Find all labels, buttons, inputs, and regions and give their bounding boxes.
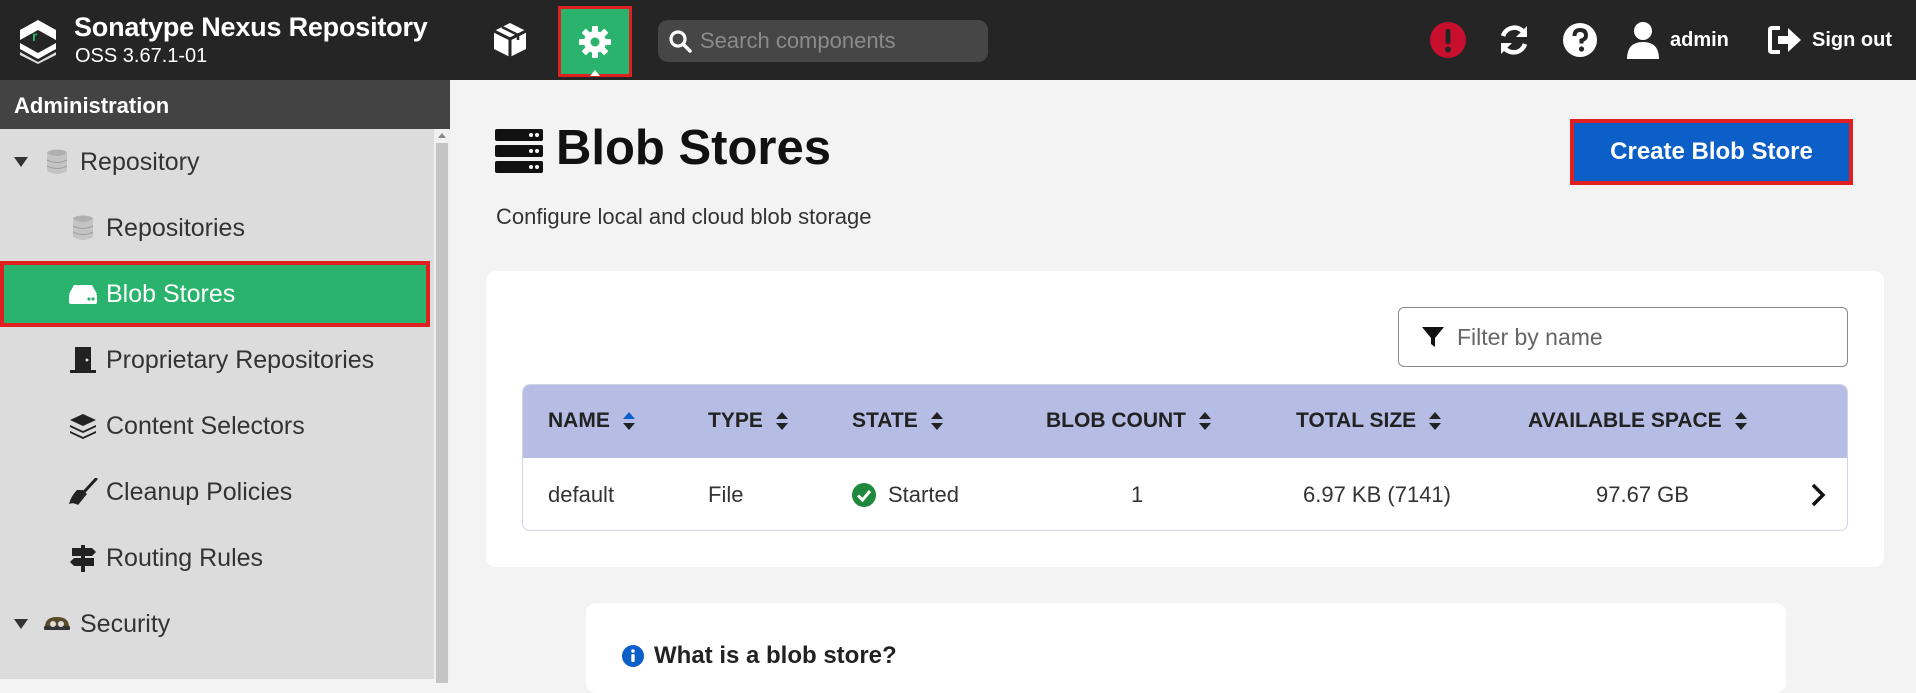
cell-type: File (708, 482, 744, 507)
user-icon (1627, 22, 1659, 59)
cell-total-size: 6.97 KB (7141) (1303, 482, 1451, 507)
sidebar-item-repository[interactable]: Repository (0, 129, 434, 195)
check-circle-icon (852, 483, 876, 507)
expand-triangle-icon[interactable] (14, 157, 28, 167)
filter-input[interactable] (1457, 323, 1837, 351)
column-header-total-size[interactable]: TOTAL SIZE (1296, 409, 1442, 433)
database-icon (68, 213, 98, 243)
help-button[interactable] (1560, 20, 1600, 60)
sidebar-item-label: Security (80, 609, 171, 638)
brand-title: Sonatype Nexus Repository (74, 12, 428, 42)
top-header: r Sonatype Nexus Repository OSS 3.67.1-0… (0, 0, 1916, 80)
scrollbar-thumb[interactable] (436, 143, 448, 683)
signpost-icon (68, 543, 98, 573)
sidebar-item-label: Cleanup Policies (106, 477, 293, 506)
sort-icon[interactable] (1428, 411, 1442, 431)
column-header-type[interactable]: TYPE (708, 409, 789, 433)
search-icon (669, 30, 692, 53)
active-caret-icon (590, 70, 600, 76)
table-row[interactable]: default File Started 1 6.97 KB (7141) 97… (523, 458, 1847, 530)
admin-sidebar: Administration Repository Repositories B… (0, 80, 450, 683)
scroll-up-arrow-icon[interactable] (438, 133, 446, 138)
sidebar-item-repositories[interactable]: Repositories (0, 195, 434, 261)
search-bar[interactable] (658, 20, 988, 62)
sidebar-item-label: Proprietary Repositories (106, 345, 375, 374)
column-header-name[interactable]: NAME (548, 409, 636, 433)
expand-triangle-icon[interactable] (14, 619, 28, 629)
administration-button[interactable] (558, 6, 632, 77)
sidebar-scrollbar[interactable] (434, 129, 450, 683)
cell-state: Started (852, 482, 959, 508)
sort-ascending-icon[interactable] (622, 411, 636, 431)
cell-blob-count: 1 (1131, 482, 1144, 507)
user-label: admin (1670, 28, 1729, 51)
create-blob-store-button[interactable]: Create Blob Store (1570, 119, 1853, 185)
cube-icon (493, 23, 527, 57)
database-icon (42, 147, 72, 177)
gear-icon (579, 25, 611, 58)
nexus-logo-icon[interactable]: r (16, 18, 60, 64)
filter-icon (1422, 327, 1444, 347)
sort-icon[interactable] (775, 411, 789, 431)
sidebar-item-routing-rules[interactable]: Routing Rules (0, 525, 434, 591)
system-alert-button[interactable] (1428, 20, 1468, 60)
info-icon (622, 645, 644, 667)
sidebar-item-label: Routing Rules (106, 543, 264, 572)
sidebar-item-label: Repository (80, 147, 200, 176)
layers-icon (68, 411, 98, 441)
column-header-available-space[interactable]: AVAILABLE SPACE (1528, 409, 1748, 433)
hard-drive-icon (68, 279, 98, 309)
help-icon (1563, 23, 1597, 57)
cell-available-space: 97.67 GB (1596, 482, 1689, 507)
table-header: NAME TYPE STATE BLOB COUNT TOTAL SIZE AV… (523, 385, 1847, 458)
sidebar-item-security[interactable]: Security (0, 591, 434, 657)
refresh-button[interactable] (1494, 20, 1534, 60)
refresh-icon (1500, 25, 1528, 55)
column-header-blob-count[interactable]: BLOB COUNT (1046, 409, 1212, 433)
sidebar-item-proprietary-repositories[interactable]: Proprietary Repositories (0, 327, 434, 393)
sidebar-item-content-selectors[interactable]: Content Selectors (0, 393, 434, 459)
security-icon (42, 609, 72, 639)
page-title: Blob Stores (556, 121, 831, 175)
server-stack-icon (495, 129, 543, 173)
cell-name: default (548, 482, 615, 507)
sign-out-icon (1768, 26, 1801, 54)
info-heading: What is a blob store? (622, 642, 897, 670)
sort-icon[interactable] (1198, 411, 1212, 431)
page-subtitle: Configure local and cloud blob storage (496, 204, 872, 229)
state-label: Started (888, 482, 959, 507)
svg-text:r: r (32, 28, 38, 44)
sidebar-item-label: Repositories (106, 213, 245, 242)
sidebar-item-blob-stores[interactable]: Blob Stores (0, 261, 430, 327)
sidebar-item-label: Content Selectors (106, 411, 305, 440)
door-icon (68, 345, 98, 375)
search-input[interactable] (700, 28, 980, 54)
blob-stores-table: NAME TYPE STATE BLOB COUNT TOTAL SIZE AV… (522, 384, 1848, 531)
broom-icon (68, 477, 98, 507)
sort-icon[interactable] (1734, 411, 1748, 431)
chevron-right-icon[interactable] (1808, 482, 1828, 508)
sort-icon[interactable] (930, 411, 944, 431)
sidebar-title: Administration (0, 80, 450, 129)
alert-icon (1430, 22, 1466, 58)
user-menu-button[interactable]: admin (1626, 18, 1729, 62)
column-header-state[interactable]: STATE (852, 409, 944, 433)
info-title-label: What is a blob store? (654, 642, 897, 669)
sign-out-button[interactable]: Sign out (1768, 18, 1892, 62)
browse-button[interactable] (480, 12, 540, 68)
brand-version: OSS 3.67.1-01 (75, 45, 208, 67)
sign-out-label: Sign out (1812, 28, 1892, 51)
sidebar-item-label: Blob Stores (106, 279, 236, 308)
sidebar-item-cleanup-policies[interactable]: Cleanup Policies (0, 459, 434, 525)
filter-box[interactable] (1398, 307, 1848, 367)
